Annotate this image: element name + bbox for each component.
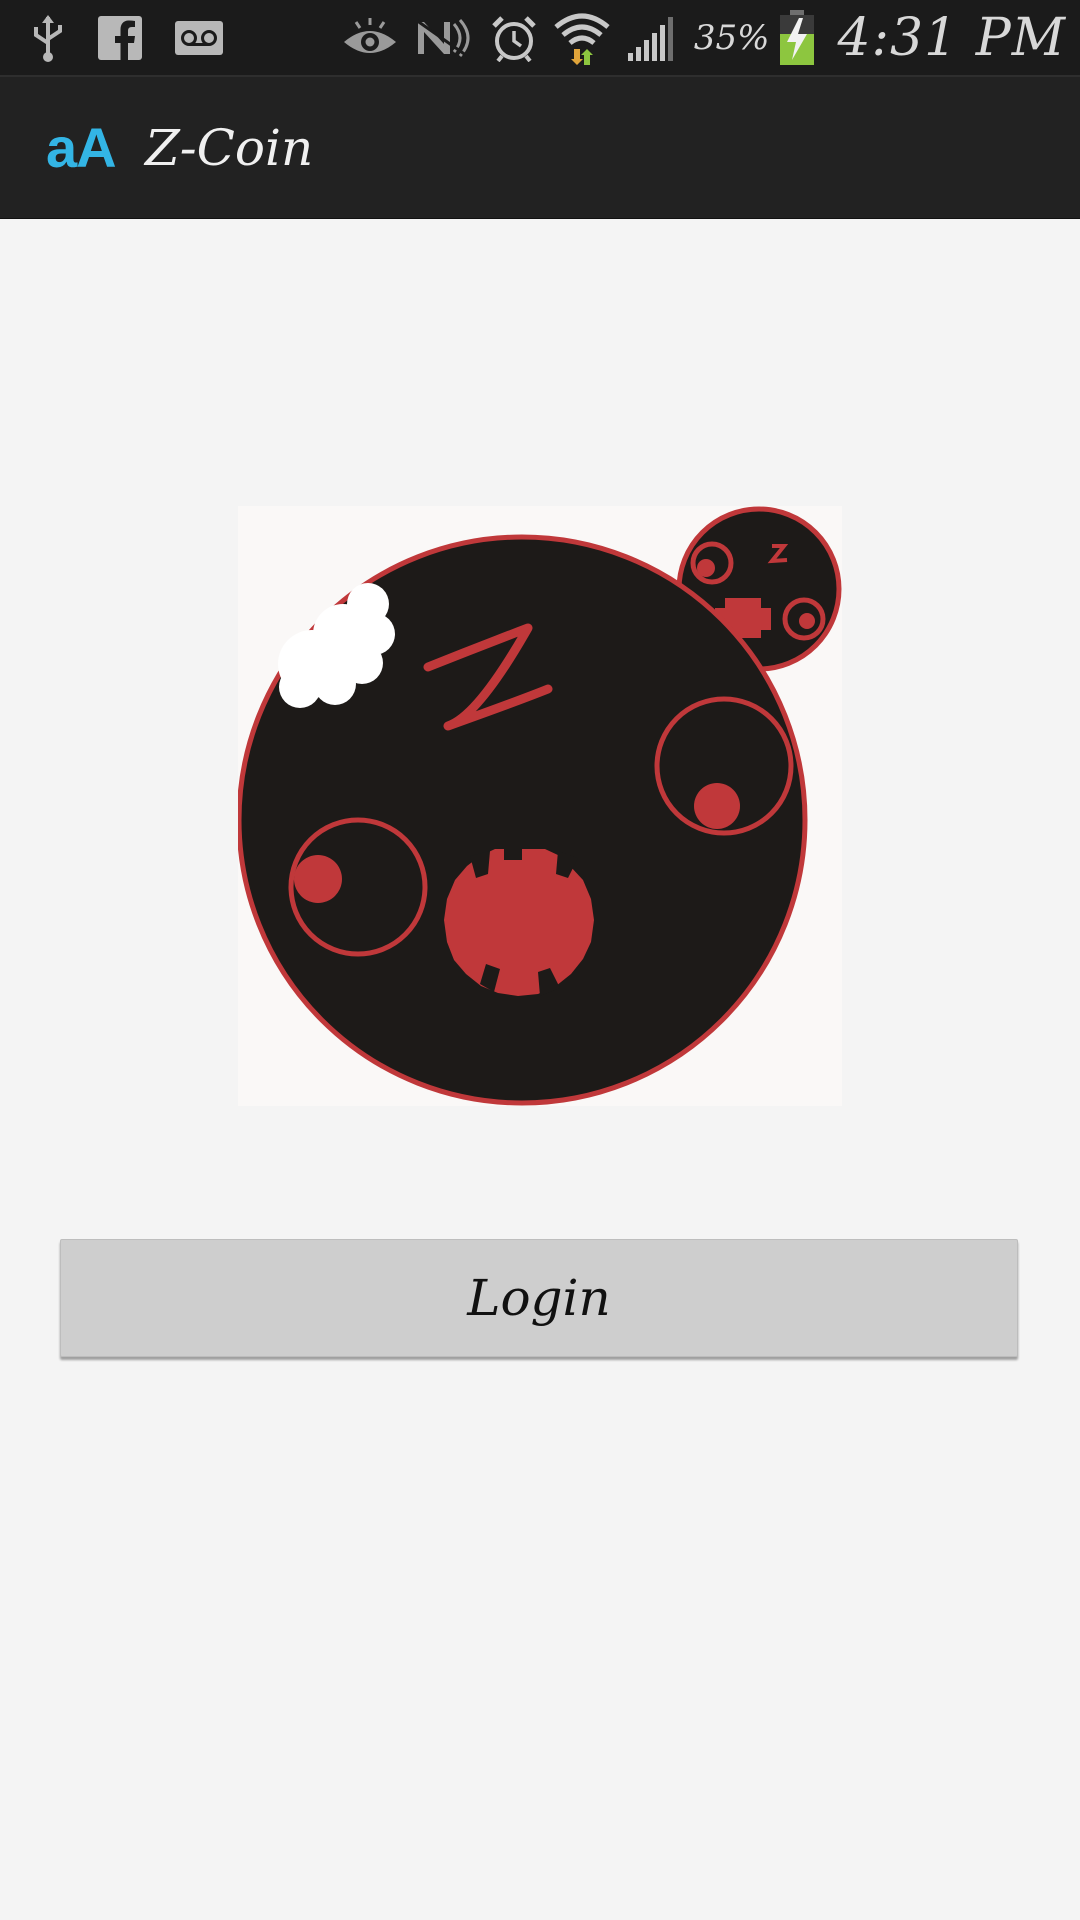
battery-icon [779, 9, 815, 66]
status-bar-system: 35% 4:31 PM [342, 0, 1066, 75]
battery-percent: 35% [693, 17, 770, 58]
eye-icon [342, 16, 398, 60]
app-icon[interactable]: aA [46, 115, 117, 181]
nfc-icon [414, 16, 474, 60]
action-bar: aA Z-Coin [0, 77, 1080, 219]
status-bar-notifications [30, 0, 224, 75]
z-coin-logo [236, 506, 842, 1106]
status-clock: 4:31 PM [837, 7, 1066, 68]
usb-icon [30, 13, 66, 63]
login-button[interactable]: Login [60, 1239, 1018, 1357]
big-monster-icon [236, 534, 808, 1106]
status-bar: 35% 4:31 PM [0, 0, 1080, 77]
app-title: Z-Coin [145, 119, 314, 177]
voicemail-icon [174, 20, 224, 56]
wifi-icon [554, 11, 610, 65]
alarm-icon [490, 14, 538, 62]
facebook-icon [98, 15, 142, 60]
signal-icon [626, 13, 678, 63]
